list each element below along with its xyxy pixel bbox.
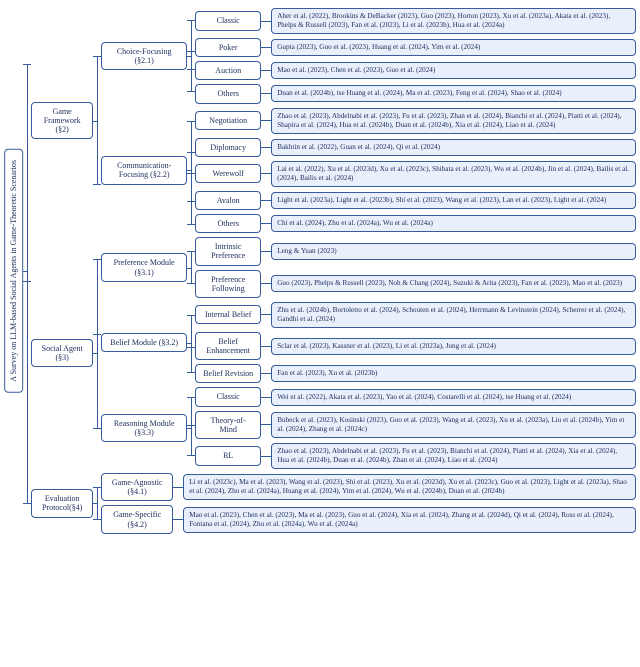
l3-internal-belief: Internal Belief (195, 305, 261, 324)
connector (187, 106, 195, 236)
refs-negotiation: Zhao et al. (2023), Abdelnabi et al. (20… (271, 108, 636, 134)
refs-comm-others: Chi et al. (2024), Zhu et al. (2024a), W… (271, 215, 636, 232)
connector (187, 235, 195, 300)
connector (261, 424, 271, 425)
connector (93, 235, 101, 471)
l3-auction: Auction (195, 61, 261, 80)
connector (187, 6, 195, 106)
connector (261, 346, 271, 347)
l3-poker: Poker (195, 38, 261, 57)
refs-werewolf: Lai et al. (2022), Xu et al. (2023d), Xu… (271, 161, 636, 187)
connector (261, 456, 271, 457)
refs-rl: Zhao et al. (2023), Abdelnabi et al. (20… (271, 443, 636, 469)
refs-internal-belief: Zhu et al. (2024b), Bortoletto et al. (2… (271, 302, 636, 328)
l3-belief-revision: Belief Revision (195, 364, 261, 383)
l2-game-specific: Game-Specific (§4.2) (101, 505, 173, 533)
connector (261, 314, 271, 315)
refs-game-agnostic: Li et al. (2023c), Ma et al. (2023), Wan… (183, 474, 636, 500)
refs-poker: Gupta (2023), Guo et al. (2023), Huang e… (271, 39, 636, 56)
l3-preference-following: Preference Following (195, 270, 261, 298)
l3-intrinsic-preference: Intrinsic Preference (195, 237, 261, 265)
l3-choice-others: Others (195, 84, 261, 103)
refs-classic: Aher et al. (2022), Brookins & DeBacker … (271, 8, 636, 34)
connector (93, 6, 101, 235)
l3-rl: RL (195, 446, 261, 465)
l3-negotiation: Negotiation (195, 111, 261, 130)
connector (261, 397, 271, 398)
root-node: A Survey on LLM-based Social Agents in G… (4, 149, 23, 393)
l3-reason-classic: Classic (195, 387, 261, 406)
connector (261, 173, 271, 174)
connector (187, 385, 195, 471)
l2-communication-focusing: Communication-Focusing (§2.2) (101, 156, 187, 184)
l3-classic: Classic (195, 11, 261, 30)
refs-auction: Mao et al. (2023), Chen et al. (2023), G… (271, 62, 636, 79)
l1-game-framework: Game Framework (§2) (31, 102, 93, 140)
refs-game-specific: Mao et al. (2023), Chen et al. (2023), M… (183, 507, 636, 533)
connector (261, 47, 271, 48)
connector (173, 519, 183, 520)
l3-comm-others: Others (195, 214, 261, 233)
refs-reason-classic: Wei et al. (2022), Akata et al. (2023), … (271, 389, 636, 406)
connector (261, 373, 271, 374)
l2-belief-module: Belief Module (§3.2) (101, 333, 187, 352)
connector (261, 93, 271, 94)
refs-diplomacy: Bakhtin et al. (2022), Guan et al. (2024… (271, 139, 636, 156)
l3-avalon: Avalon (195, 191, 261, 210)
l3-diplomacy: Diplomacy (195, 138, 261, 157)
connector (261, 21, 271, 22)
l3-theory-of-mind: Theory-of-Mind (195, 411, 261, 439)
connector (187, 300, 195, 386)
l2-choice-focusing: Choice-Focusing (§2.1) (101, 42, 187, 70)
connector (261, 70, 271, 71)
refs-intrinsic-pref: Leng & Yuan (2023) (271, 243, 636, 260)
refs-choice-others: Duan et al. (2024b), tse Huang et al. (2… (271, 85, 636, 102)
refs-tom: Bubeck et al. (2023), Kosinski (2023), G… (271, 412, 636, 438)
refs-avalon: Light et al. (2023a), Light et al. (2023… (271, 192, 636, 209)
connector (173, 487, 183, 488)
refs-belief-rev: Fan et al. (2023), Xu et al. (2023b) (271, 365, 636, 382)
l1-social-agent: Social Agent (§3) (31, 339, 93, 367)
connector (261, 223, 271, 224)
refs-belief-enh: Sclar et al. (2023), Kassner et al. (202… (271, 338, 636, 355)
taxonomy-tree: A Survey on LLM-based Social Agents in G… (4, 6, 636, 536)
connector (23, 6, 31, 536)
connector (261, 283, 271, 284)
connector (261, 200, 271, 201)
l2-game-agnostic: Game-Agnostic (§4.1) (101, 473, 173, 501)
connector (261, 147, 271, 148)
l2-preference-module: Preference Module (§3.1) (101, 253, 187, 281)
l1-evaluation-protocol: Evaluation Protocol(§4) (31, 489, 93, 517)
l3-belief-enhancement: Belief Enhancement (195, 332, 261, 360)
l3-werewolf: Werewolf (195, 164, 261, 183)
connector (261, 120, 271, 121)
connector (93, 471, 101, 536)
l2-reasoning-module: Reasoning Module (§3.3) (101, 414, 187, 442)
refs-pref-following: Guo (2023), Phelps & Russell (2023), Noh… (271, 275, 636, 292)
connector (261, 251, 271, 252)
